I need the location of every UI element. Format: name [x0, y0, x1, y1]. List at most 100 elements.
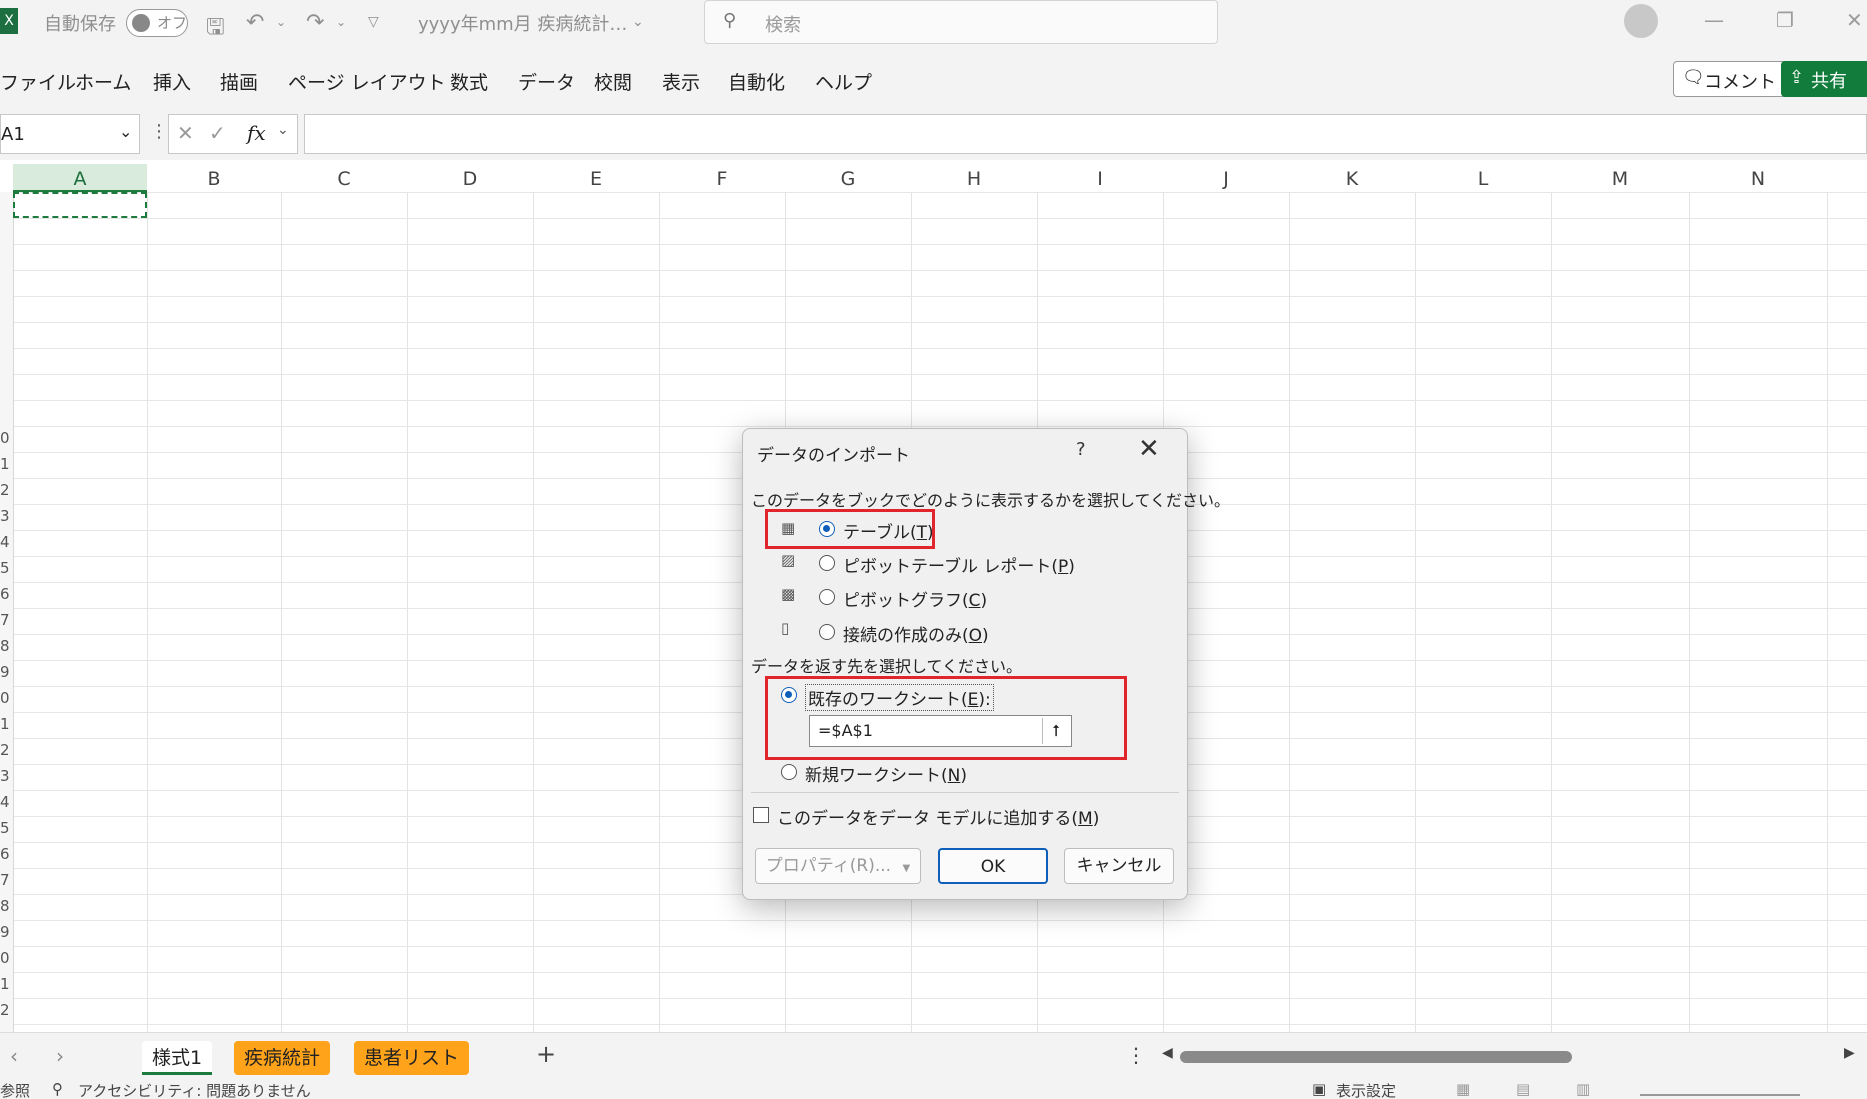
- sheet-tab-youshiki1[interactable]: 様式1: [142, 1041, 213, 1075]
- row-number[interactable]: 2: [0, 741, 10, 759]
- search-box[interactable]: ⚲ 検索: [704, 0, 1218, 44]
- cancel-icon[interactable]: ✕: [177, 121, 194, 145]
- column-header-j[interactable]: J: [1163, 164, 1289, 192]
- accessibility-status[interactable]: アクセシビリティ: 問題ありません: [78, 1082, 311, 1099]
- tab-view[interactable]: 表示: [662, 68, 700, 95]
- tab-review[interactable]: 校閲: [594, 68, 632, 95]
- row-number[interactable]: 9: [0, 923, 10, 941]
- tab-data[interactable]: データ: [518, 68, 575, 95]
- close-window-icon[interactable]: ✕: [1846, 8, 1863, 32]
- row-number[interactable]: 2: [0, 481, 10, 499]
- filename-chevron-icon[interactable]: ⌄: [632, 14, 644, 30]
- column-header-d[interactable]: D: [407, 164, 533, 192]
- selected-cell-a1[interactable]: [13, 192, 147, 218]
- row-number[interactable]: 6: [0, 845, 10, 863]
- scroll-right-icon[interactable]: ▶: [1844, 1045, 1855, 1061]
- close-icon[interactable]: ✕: [1138, 434, 1160, 464]
- normal-view-icon[interactable]: ▦: [1456, 1082, 1470, 1098]
- formula-input[interactable]: [304, 114, 1867, 154]
- redo-icon[interactable]: ↷: [306, 10, 324, 35]
- horizontal-scrollbar-thumb[interactable]: [1180, 1051, 1572, 1063]
- tab-insert[interactable]: 挿入: [153, 68, 191, 95]
- next-sheet-icon[interactable]: ›: [56, 1044, 64, 1068]
- column-header-m[interactable]: M: [1551, 164, 1689, 192]
- new-worksheet-label[interactable]: 新規ワークシート(N): [805, 761, 967, 786]
- help-button[interactable]: ?: [1076, 439, 1086, 460]
- scroll-left-icon[interactable]: ◀: [1162, 1045, 1173, 1061]
- row-number[interactable]: 5: [0, 819, 10, 837]
- restore-icon[interactable]: ❐: [1776, 8, 1794, 32]
- undo-dropdown-icon[interactable]: ⌄: [276, 15, 286, 29]
- column-header-c[interactable]: C: [281, 164, 407, 192]
- properties-button[interactable]: プロパティ(R)... ▼: [755, 848, 921, 884]
- connection-only-option-label[interactable]: 接続の作成のみ(O): [843, 621, 989, 646]
- row-number[interactable]: 6: [0, 585, 10, 603]
- row-number[interactable]: 0: [0, 689, 10, 707]
- autosave-toggle[interactable]: オフ: [126, 9, 188, 37]
- row-number[interactable]: 8: [0, 637, 10, 655]
- row-number[interactable]: 4: [0, 793, 10, 811]
- tab-help[interactable]: ヘルプ: [815, 68, 872, 95]
- minimize-icon[interactable]: —: [1704, 8, 1724, 32]
- data-model-label[interactable]: このデータをデータ モデルに追加する(M): [777, 804, 1099, 829]
- tab-file[interactable]: ファイル: [0, 68, 76, 95]
- column-header-n[interactable]: N: [1689, 164, 1827, 192]
- pivot-table-radio[interactable]: [819, 555, 835, 571]
- row-number[interactable]: 2: [0, 1001, 10, 1019]
- row-number[interactable]: 8: [0, 897, 10, 915]
- column-header-a[interactable]: A: [13, 164, 147, 192]
- undo-icon[interactable]: ↶: [246, 10, 264, 35]
- row-number[interactable]: 5: [0, 559, 10, 577]
- column-header-h[interactable]: H: [911, 164, 1037, 192]
- more-options-icon[interactable]: ⋮: [150, 121, 168, 142]
- column-header-i[interactable]: I: [1037, 164, 1163, 192]
- row-number[interactable]: 3: [0, 767, 10, 785]
- row-number[interactable]: 0: [0, 949, 10, 967]
- pivot-table-option-label[interactable]: ピボットテーブル レポート(P): [843, 552, 1075, 577]
- row-number[interactable]: 7: [0, 871, 10, 889]
- share-button[interactable]: ⇪ 共有: [1781, 61, 1867, 97]
- add-sheet-button[interactable]: +: [536, 1040, 556, 1068]
- data-model-checkbox[interactable]: [753, 807, 769, 823]
- page-break-view-icon[interactable]: ▥: [1576, 1082, 1590, 1098]
- column-header-k[interactable]: K: [1289, 164, 1415, 192]
- name-box-dropdown-icon[interactable]: ⌄: [119, 122, 132, 141]
- tab-page-layout[interactable]: ページ レイアウト: [288, 68, 446, 95]
- sheet-options-icon[interactable]: ⋮: [1126, 1043, 1146, 1067]
- row-number[interactable]: 4: [0, 533, 10, 551]
- connection-only-radio[interactable]: [819, 624, 835, 640]
- row-number[interactable]: 1: [0, 715, 10, 733]
- column-header-e[interactable]: E: [533, 164, 659, 192]
- row-number[interactable]: 0: [0, 429, 10, 447]
- save-icon[interactable]: 🖫: [206, 10, 225, 48]
- account-avatar[interactable]: [1624, 4, 1658, 38]
- enter-icon[interactable]: ✓: [209, 121, 226, 145]
- tab-automate[interactable]: 自動化: [728, 68, 785, 95]
- customize-qat-icon[interactable]: ▽: [368, 14, 379, 30]
- page-layout-view-icon[interactable]: ▤: [1516, 1082, 1530, 1098]
- row-number[interactable]: 9: [0, 663, 10, 681]
- row-number[interactable]: 1: [0, 455, 10, 473]
- prev-sheet-icon[interactable]: ‹: [10, 1044, 18, 1068]
- row-number[interactable]: 3: [0, 507, 10, 525]
- insert-function-icon[interactable]: fx: [247, 121, 266, 145]
- column-header-f[interactable]: F: [659, 164, 785, 192]
- display-settings[interactable]: 表示設定: [1336, 1082, 1396, 1099]
- cancel-button[interactable]: キャンセル: [1064, 848, 1174, 884]
- name-box[interactable]: A1 ⌄: [0, 114, 140, 154]
- tab-home[interactable]: ホーム: [75, 68, 131, 95]
- row-number[interactable]: 7: [0, 611, 10, 629]
- pivot-chart-radio[interactable]: [819, 589, 835, 605]
- fx-chevron-icon[interactable]: ⌄: [277, 122, 289, 138]
- redo-dropdown-icon[interactable]: ⌄: [336, 15, 346, 29]
- column-header-b[interactable]: B: [147, 164, 281, 192]
- tab-formulas[interactable]: 数式: [450, 68, 488, 95]
- file-name[interactable]: yyyy年mm月 疾病統計…: [418, 10, 627, 36]
- ok-button[interactable]: OK: [938, 848, 1048, 884]
- new-worksheet-radio[interactable]: [781, 764, 797, 780]
- column-header-l[interactable]: L: [1415, 164, 1551, 192]
- zoom-slider[interactable]: [1640, 1094, 1800, 1096]
- pivot-chart-option-label[interactable]: ピボットグラフ(C): [843, 586, 987, 611]
- column-header-g[interactable]: G: [785, 164, 911, 192]
- sheet-tab-patient-list[interactable]: 患者リスト: [354, 1041, 470, 1075]
